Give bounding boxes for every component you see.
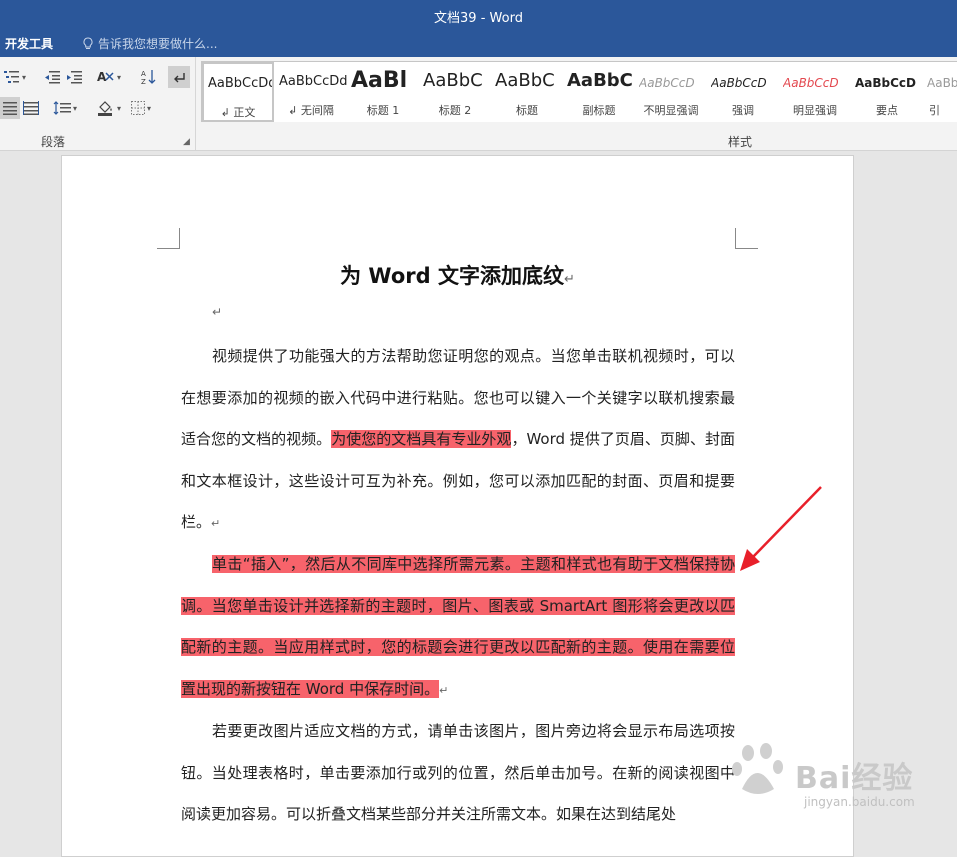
- annotation-arrow: [740, 486, 822, 571]
- chevron-down-icon: ▾: [117, 72, 122, 82]
- style-label: 标题 2: [438, 104, 472, 117]
- tell-me-text: 告诉我您想要做什么...: [98, 37, 218, 51]
- style-preview: AaBbC: [495, 70, 555, 91]
- style-normal[interactable]: AaBbCcDd ↲ 正文: [202, 62, 274, 122]
- ribbon-tab-bar: 开发工具 告诉我您想要做什么...: [0, 30, 957, 57]
- multilevel-list-button[interactable]: ▾: [4, 66, 26, 88]
- text-direction-button[interactable]: A ▾: [97, 66, 121, 88]
- paw-icon: [732, 743, 783, 794]
- line-spacing-button[interactable]: ▾: [53, 97, 77, 119]
- text-direction-icon: A: [97, 70, 114, 84]
- title-bar: 文档39 - Word: [0, 0, 957, 30]
- ribbon: ▾ A ▾ AZ ▾ ▾ ▾ 段落 ◢ AaBbCcDd ↲ 正文 AaBbCc…: [0, 57, 957, 151]
- style-heading-1[interactable]: AaBl 标题 1: [347, 62, 419, 122]
- paragraph-group: ▾ A ▾ AZ ▾ ▾ ▾ 段落 ◢: [0, 57, 196, 150]
- sort-button[interactable]: AZ: [141, 66, 157, 88]
- svg-text:A: A: [141, 70, 146, 78]
- decrease-indent-icon: [45, 71, 60, 84]
- sort-icon: AZ: [141, 70, 156, 85]
- style-label: 明显强调: [793, 104, 837, 117]
- style-label: 标题 1: [366, 104, 400, 117]
- style-preview: AaBbCcD: [783, 76, 839, 90]
- styles-gallery: AaBbCcDd ↲ 正文 AaBbCcDd ↲ 无间隔 AaBl 标题 1 A…: [201, 61, 957, 122]
- decrease-indent-button[interactable]: [44, 66, 60, 88]
- style-preview: AaBbCcD: [855, 76, 917, 90]
- tell-me-box[interactable]: 告诉我您想要做什么...: [82, 35, 217, 52]
- style-strong[interactable]: AaBbCcD 要点: [851, 62, 923, 122]
- style-preview: AaBbC: [423, 70, 483, 91]
- chevron-down-icon: ▾: [73, 103, 78, 113]
- show-marks-button[interactable]: [168, 66, 190, 88]
- style-preview: AaBbCcDd: [208, 76, 272, 91]
- style-label: ↲ 无间隔: [288, 104, 334, 117]
- style-label: ↲ 正文: [220, 106, 256, 119]
- style-label: 不明显强调: [643, 104, 699, 117]
- paint-bucket-icon: [98, 101, 112, 116]
- increase-indent-button[interactable]: [66, 66, 82, 88]
- style-heading-2[interactable]: AaBbC 标题 2: [419, 62, 491, 122]
- style-preview: AaBbCcD: [711, 76, 767, 90]
- borders-icon: [131, 101, 145, 115]
- style-no-spacing[interactable]: AaBbCcDd ↲ 无间隔: [275, 62, 347, 122]
- multilevel-list-icon: [4, 71, 19, 83]
- style-label: 引: [929, 104, 940, 117]
- style-subtle-emphasis[interactable]: AaBbCcD 不明显强调: [635, 62, 707, 122]
- style-preview: AaBbC: [567, 70, 633, 91]
- distributed-button[interactable]: [23, 97, 39, 119]
- styles-group-label: 样式: [728, 135, 753, 149]
- style-emphasis[interactable]: AaBbCcD 强调: [707, 62, 779, 122]
- shading-button[interactable]: ▾: [97, 97, 121, 119]
- chevron-down-icon: ▾: [117, 103, 122, 113]
- line-spacing-icon: [53, 101, 71, 115]
- chevron-down-icon: ▾: [147, 103, 152, 113]
- style-label: 副标题: [582, 104, 616, 117]
- arrow-shaft: [750, 486, 822, 560]
- window-title: 文档39 - Word: [434, 11, 523, 26]
- svg-text:Z: Z: [141, 78, 146, 85]
- style-preview: AaBbCcD: [927, 76, 957, 90]
- dialog-launcher-icon[interactable]: ◢: [183, 137, 190, 147]
- style-subtitle[interactable]: AaBbC 副标题: [563, 62, 635, 122]
- style-preview: AaBbCcDd: [279, 74, 347, 89]
- style-title[interactable]: AaBbC 标题: [491, 62, 563, 122]
- distributed-icon: [23, 101, 39, 115]
- document-area: 为 Word 文字添加底纹↵ ↵ 视频提供了功能强大的方法帮助您证明您的观点。当…: [0, 151, 957, 857]
- style-label: 要点: [876, 104, 898, 117]
- watermark-url: jingyan.baidu.com: [804, 795, 915, 809]
- justify-button[interactable]: [0, 97, 20, 119]
- style-preview: AaBbCcD: [639, 76, 695, 90]
- lightbulb-icon: [83, 37, 93, 49]
- style-intense-emphasis[interactable]: AaBbCcD 明显强调: [779, 62, 851, 122]
- watermark-text: Bai经验: [795, 761, 914, 796]
- chevron-down-icon: ▾: [22, 72, 27, 82]
- style-preview: AaBl: [351, 68, 408, 93]
- style-label: 标题: [516, 104, 538, 117]
- paragraph-group-label: 段落: [41, 135, 66, 149]
- style-quote[interactable]: AaBbCcD 引: [923, 62, 957, 122]
- svg-text:A: A: [97, 70, 107, 84]
- paragraph-mark-icon: [174, 73, 185, 83]
- borders-button[interactable]: ▾: [131, 97, 151, 119]
- increase-indent-icon: [67, 71, 82, 84]
- tab-developer[interactable]: 开发工具: [5, 35, 53, 52]
- style-label: 强调: [732, 104, 754, 117]
- justify-icon: [3, 102, 17, 115]
- baidu-watermark: Bai经验 jingyan.baidu.com: [728, 737, 948, 837]
